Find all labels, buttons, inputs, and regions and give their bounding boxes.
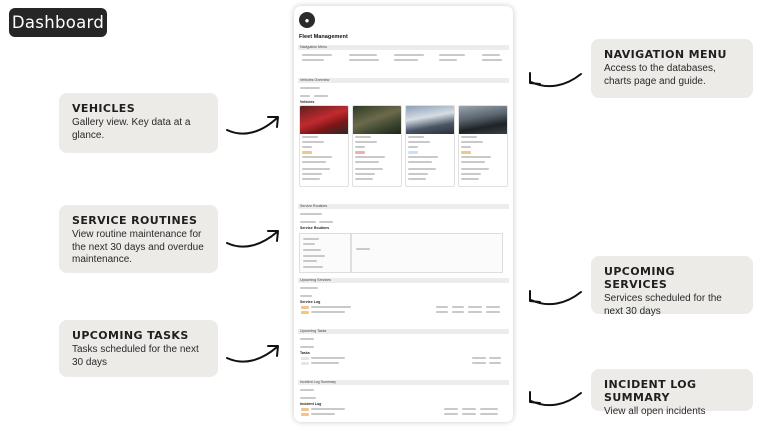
callout-incident-log-summary: INCIDENT LOG SUMMARY View all open incid… [591, 369, 753, 417]
placeholder-line [302, 178, 320, 180]
section-upcoming-services: Upcoming Services [298, 278, 509, 283]
placeholder-line [461, 141, 483, 143]
callout-service-routines: SERVICE ROUTINES View routine maintenanc… [59, 205, 218, 273]
section-navigation-menu: Navigation Menu [298, 45, 509, 50]
placeholder-line [302, 156, 332, 158]
callout-vehicles: VEHICLES Gallery view. Key data at a gla… [59, 93, 218, 153]
arrow-left-icon [529, 391, 582, 407]
service-db-title: Service Routines [300, 226, 330, 230]
status-tag [461, 151, 471, 154]
callout-heading: UPCOMING TASKS [72, 329, 189, 342]
placeholder-line [408, 156, 438, 158]
callout-upcoming-services: UPCOMING SERVICES Services scheduled for… [591, 256, 753, 317]
arrow-left-icon [529, 290, 582, 306]
callout-heading: INCIDENT LOG SUMMARY [604, 378, 697, 404]
placeholder-line [355, 136, 371, 138]
placeholder-line [355, 168, 383, 170]
callout-text: View all open incidents [604, 406, 706, 417]
incident-log-title: Incident Log [300, 402, 322, 406]
callout-heading: NAVIGATION MENU [604, 48, 727, 61]
dashboard-title: Dashboard [9, 8, 107, 37]
vehicle-photo [459, 106, 507, 134]
vehicle-photo [406, 106, 454, 134]
callout-text: Tasks scheduled for the next 30 days [72, 344, 199, 368]
callout-text: Access to the databases, charts page and… [604, 63, 716, 87]
section-incident-log-summary: Incident Log Summary [298, 380, 509, 385]
placeholder-line [355, 146, 365, 148]
placeholder-line [355, 156, 385, 158]
placeholder-line [461, 178, 479, 180]
placeholder-line [302, 173, 322, 175]
section-vehicles-overview: Vehicles Overview [298, 78, 509, 83]
placeholder-line [355, 161, 379, 163]
callout-text: Gallery view. Key data at a glance. [72, 117, 191, 141]
status-tag [408, 151, 418, 154]
placeholder-line [302, 141, 324, 143]
service-log-title: Service Log [300, 300, 321, 304]
arrow-right-icon [226, 345, 279, 363]
vehicles-db-title: Vehicles [300, 100, 315, 104]
callout-text: Services scheduled for the next 30 days [604, 293, 722, 317]
placeholder-line [302, 161, 326, 163]
placeholder-line [355, 178, 373, 180]
placeholder-line [355, 141, 377, 143]
status-tag [302, 151, 312, 154]
placeholder-line [408, 146, 418, 148]
arrow-left-icon [529, 72, 582, 88]
status-tag [355, 151, 365, 154]
callout-heading: SERVICE ROUTINES [72, 214, 198, 227]
placeholder-line [461, 173, 481, 175]
placeholder-line [408, 173, 428, 175]
placeholder-line [461, 161, 485, 163]
callout-heading: UPCOMING SERVICES [604, 265, 675, 291]
arrow-right-icon [226, 116, 279, 135]
placeholder-line [408, 178, 426, 180]
placeholder-line [408, 136, 424, 138]
placeholder-line [302, 146, 312, 148]
callout-text: View routine maintenance for the next 30… [72, 229, 204, 265]
vehicle-photo [353, 106, 401, 134]
placeholder-line [302, 136, 318, 138]
section-service-routines: Service Routines [298, 204, 509, 209]
placeholder-line [461, 146, 471, 148]
callout-heading: VEHICLES [72, 102, 136, 115]
page-title: Fleet Management [299, 34, 348, 40]
placeholder-line [461, 168, 489, 170]
arrow-right-icon [226, 230, 279, 248]
dashboard-page-preview: ● Fleet Management Navigation Menu Vehic… [294, 6, 513, 422]
placeholder-line [408, 161, 432, 163]
placeholder-line [355, 173, 375, 175]
callout-upcoming-tasks: UPCOMING TASKS Tasks scheduled for the n… [59, 320, 218, 377]
placeholder-line [302, 168, 330, 170]
placeholder-line [461, 156, 491, 158]
truck-icon: ● [299, 12, 315, 28]
section-upcoming-tasks: Upcoming Tasks [298, 329, 509, 334]
placeholder-line [408, 168, 436, 170]
tasks-title: Tasks [300, 351, 310, 355]
callout-navigation-menu: NAVIGATION MENU Access to the databases,… [591, 39, 753, 98]
placeholder-line [408, 141, 430, 143]
placeholder-line [461, 136, 477, 138]
vehicle-photo [300, 106, 348, 134]
